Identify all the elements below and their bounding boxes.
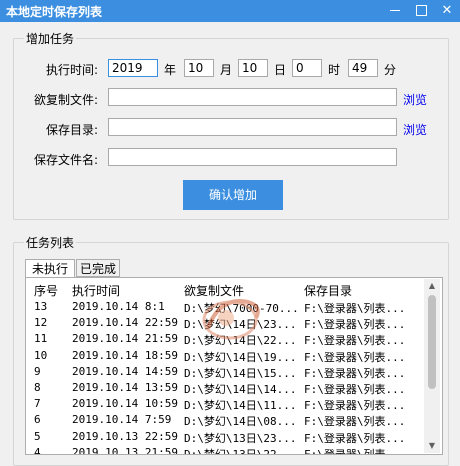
watermark-logo bbox=[202, 299, 260, 340]
tab-pending[interactable]: 未执行 bbox=[25, 259, 75, 279]
cell-time: 2019.10.14 18:59 bbox=[72, 348, 178, 362]
cell-target: F:\登录器\列表... bbox=[304, 431, 406, 445]
close-button[interactable]: ✕ bbox=[434, 0, 460, 22]
cell-source: D:\梦幻\14日\14... bbox=[184, 383, 297, 396]
cell-target: F:\登录器\列表... bbox=[304, 302, 406, 315]
cell-index: 7 bbox=[34, 397, 41, 411]
cell-time: 2019.10.14 21:59 bbox=[72, 332, 178, 346]
cell-time: 2019.10.14 7:59 bbox=[72, 413, 172, 427]
cell-target: F:\登录器\列表... bbox=[304, 318, 406, 332]
table-row[interactable]: 10 2019.10.14 18:59 D:\梦幻\14日\19... F:\登录器\… bbox=[26, 349, 426, 364]
confirm-add-button[interactable]: 确认增加 bbox=[183, 180, 283, 210]
minimize-button[interactable] bbox=[382, 0, 408, 22]
cell-target: F:\登录器\列表... bbox=[304, 383, 406, 396]
cell-time: 2019.10.14 14:59 bbox=[72, 364, 178, 378]
cell-index: 9 bbox=[34, 364, 41, 378]
cell-time: 2019.10.14 8:1 bbox=[72, 300, 165, 313]
time-label: 执行时间: bbox=[46, 63, 99, 77]
maximize-icon bbox=[415, 5, 427, 16]
cell-target: F:\登录器\列表... bbox=[304, 334, 406, 348]
cell-source: D:\梦幻\13日\22... bbox=[184, 447, 297, 455]
cell-time: 2019.10.14 22:59 bbox=[72, 316, 178, 330]
column-header-index[interactable]: 序号 bbox=[34, 282, 58, 299]
list-scrollbar[interactable]: ▲ ▼ bbox=[424, 279, 440, 453]
minute-unit: 分 bbox=[384, 63, 397, 77]
cell-source: D:\梦幻\14日\19... bbox=[184, 350, 297, 364]
cell-index: 12 bbox=[34, 316, 48, 330]
day-input[interactable]: 10 bbox=[238, 59, 268, 77]
cell-index: 5 bbox=[34, 429, 41, 443]
cell-time: 2019.10.14 13:59 bbox=[72, 381, 178, 394]
table-row[interactable]: 6 2019.10.14 7:59 D:\梦幻\14日\08... F:\登录器\列表… bbox=[26, 413, 426, 428]
table-row[interactable]: 4 2019.10.13 21:59 D:\梦幻\13日\22... F:\登录器\列… bbox=[26, 445, 426, 455]
cell-target: F:\登录器\列表... bbox=[304, 415, 406, 429]
table-row[interactable]: 5 2019.10.13 22:59 D:\梦幻\13日\23... F:\登录器\列… bbox=[26, 430, 426, 445]
cell-target: F:\登录器\列表... bbox=[304, 366, 406, 380]
window-title: 本地定时保存列表 bbox=[6, 5, 103, 19]
title-bar: 本地定时保存列表 ✕ bbox=[0, 0, 460, 22]
save-name-label: 保存文件名: bbox=[34, 153, 99, 167]
cell-target: F:\登录器\列表... bbox=[304, 399, 406, 413]
table-row[interactable]: 9 2019.10.14 14:59 D:\梦幻\14日\15... F:\登录器\列… bbox=[26, 365, 426, 380]
cell-time: 2019.10.13 22:59 bbox=[72, 429, 178, 443]
close-icon: ✕ bbox=[441, 3, 453, 18]
scroll-up-icon[interactable]: ▲ bbox=[424, 281, 440, 290]
cell-index: 10 bbox=[34, 348, 48, 362]
cell-index: 13 bbox=[34, 300, 48, 313]
scroll-thumb[interactable] bbox=[428, 295, 436, 389]
minimize-icon bbox=[390, 10, 400, 11]
cell-time: 2019.10.13 21:59 bbox=[72, 445, 178, 455]
hour-input[interactable]: 0 bbox=[292, 59, 322, 77]
year-unit: 年 bbox=[164, 63, 177, 77]
cell-target: F:\登录器\列表... bbox=[304, 350, 406, 364]
tab-completed[interactable]: 已完成 bbox=[76, 259, 120, 277]
year-input[interactable]: 2019 bbox=[108, 59, 158, 77]
minute-input[interactable]: 49 bbox=[348, 59, 378, 77]
copy-file-input[interactable] bbox=[108, 88, 397, 106]
month-unit: 月 bbox=[220, 63, 233, 77]
maximize-button[interactable] bbox=[408, 0, 434, 22]
browse-dir-link[interactable]: 浏览 bbox=[403, 121, 427, 138]
task-list-legend: 任务列表 bbox=[26, 236, 75, 250]
cell-source: D:\梦幻\14日\08... bbox=[184, 415, 297, 429]
day-unit: 日 bbox=[274, 63, 287, 77]
save-dir-input[interactable] bbox=[108, 118, 397, 136]
save-dir-label: 保存目录: bbox=[46, 123, 99, 137]
cell-source: D:\梦幻\14日\11... bbox=[184, 399, 297, 413]
add-task-legend: 增加任务 bbox=[26, 32, 75, 46]
scroll-down-icon[interactable]: ▼ bbox=[424, 441, 440, 450]
cell-index: 8 bbox=[34, 381, 41, 394]
month-input[interactable]: 10 bbox=[184, 59, 214, 77]
browse-copy-link[interactable]: 浏览 bbox=[403, 91, 427, 108]
cell-time: 2019.10.14 10:59 bbox=[72, 397, 178, 411]
cell-target: F:\登录器\列表... bbox=[304, 447, 406, 455]
column-header-target[interactable]: 保存目录 bbox=[304, 282, 352, 299]
cell-index: 6 bbox=[34, 413, 41, 427]
table-row[interactable]: 7 2019.10.14 10:59 D:\梦幻\14日\11... F:\登录器\列… bbox=[26, 397, 426, 412]
hour-unit: 时 bbox=[328, 63, 341, 77]
cell-source: D:\梦幻\13日\23... bbox=[184, 431, 297, 445]
save-name-input[interactable] bbox=[108, 148, 397, 166]
column-header-time[interactable]: 执行时间 bbox=[72, 282, 120, 299]
table-row[interactable]: 8 2019.10.14 13:59 D:\梦幻\14日\14... F:\登录器\列… bbox=[26, 381, 426, 396]
copy-file-label: 欲复制文件: bbox=[34, 93, 99, 107]
cell-index: 4 bbox=[34, 445, 41, 455]
cell-index: 11 bbox=[34, 332, 48, 346]
cell-source: D:\梦幻\14日\15... bbox=[184, 366, 297, 380]
